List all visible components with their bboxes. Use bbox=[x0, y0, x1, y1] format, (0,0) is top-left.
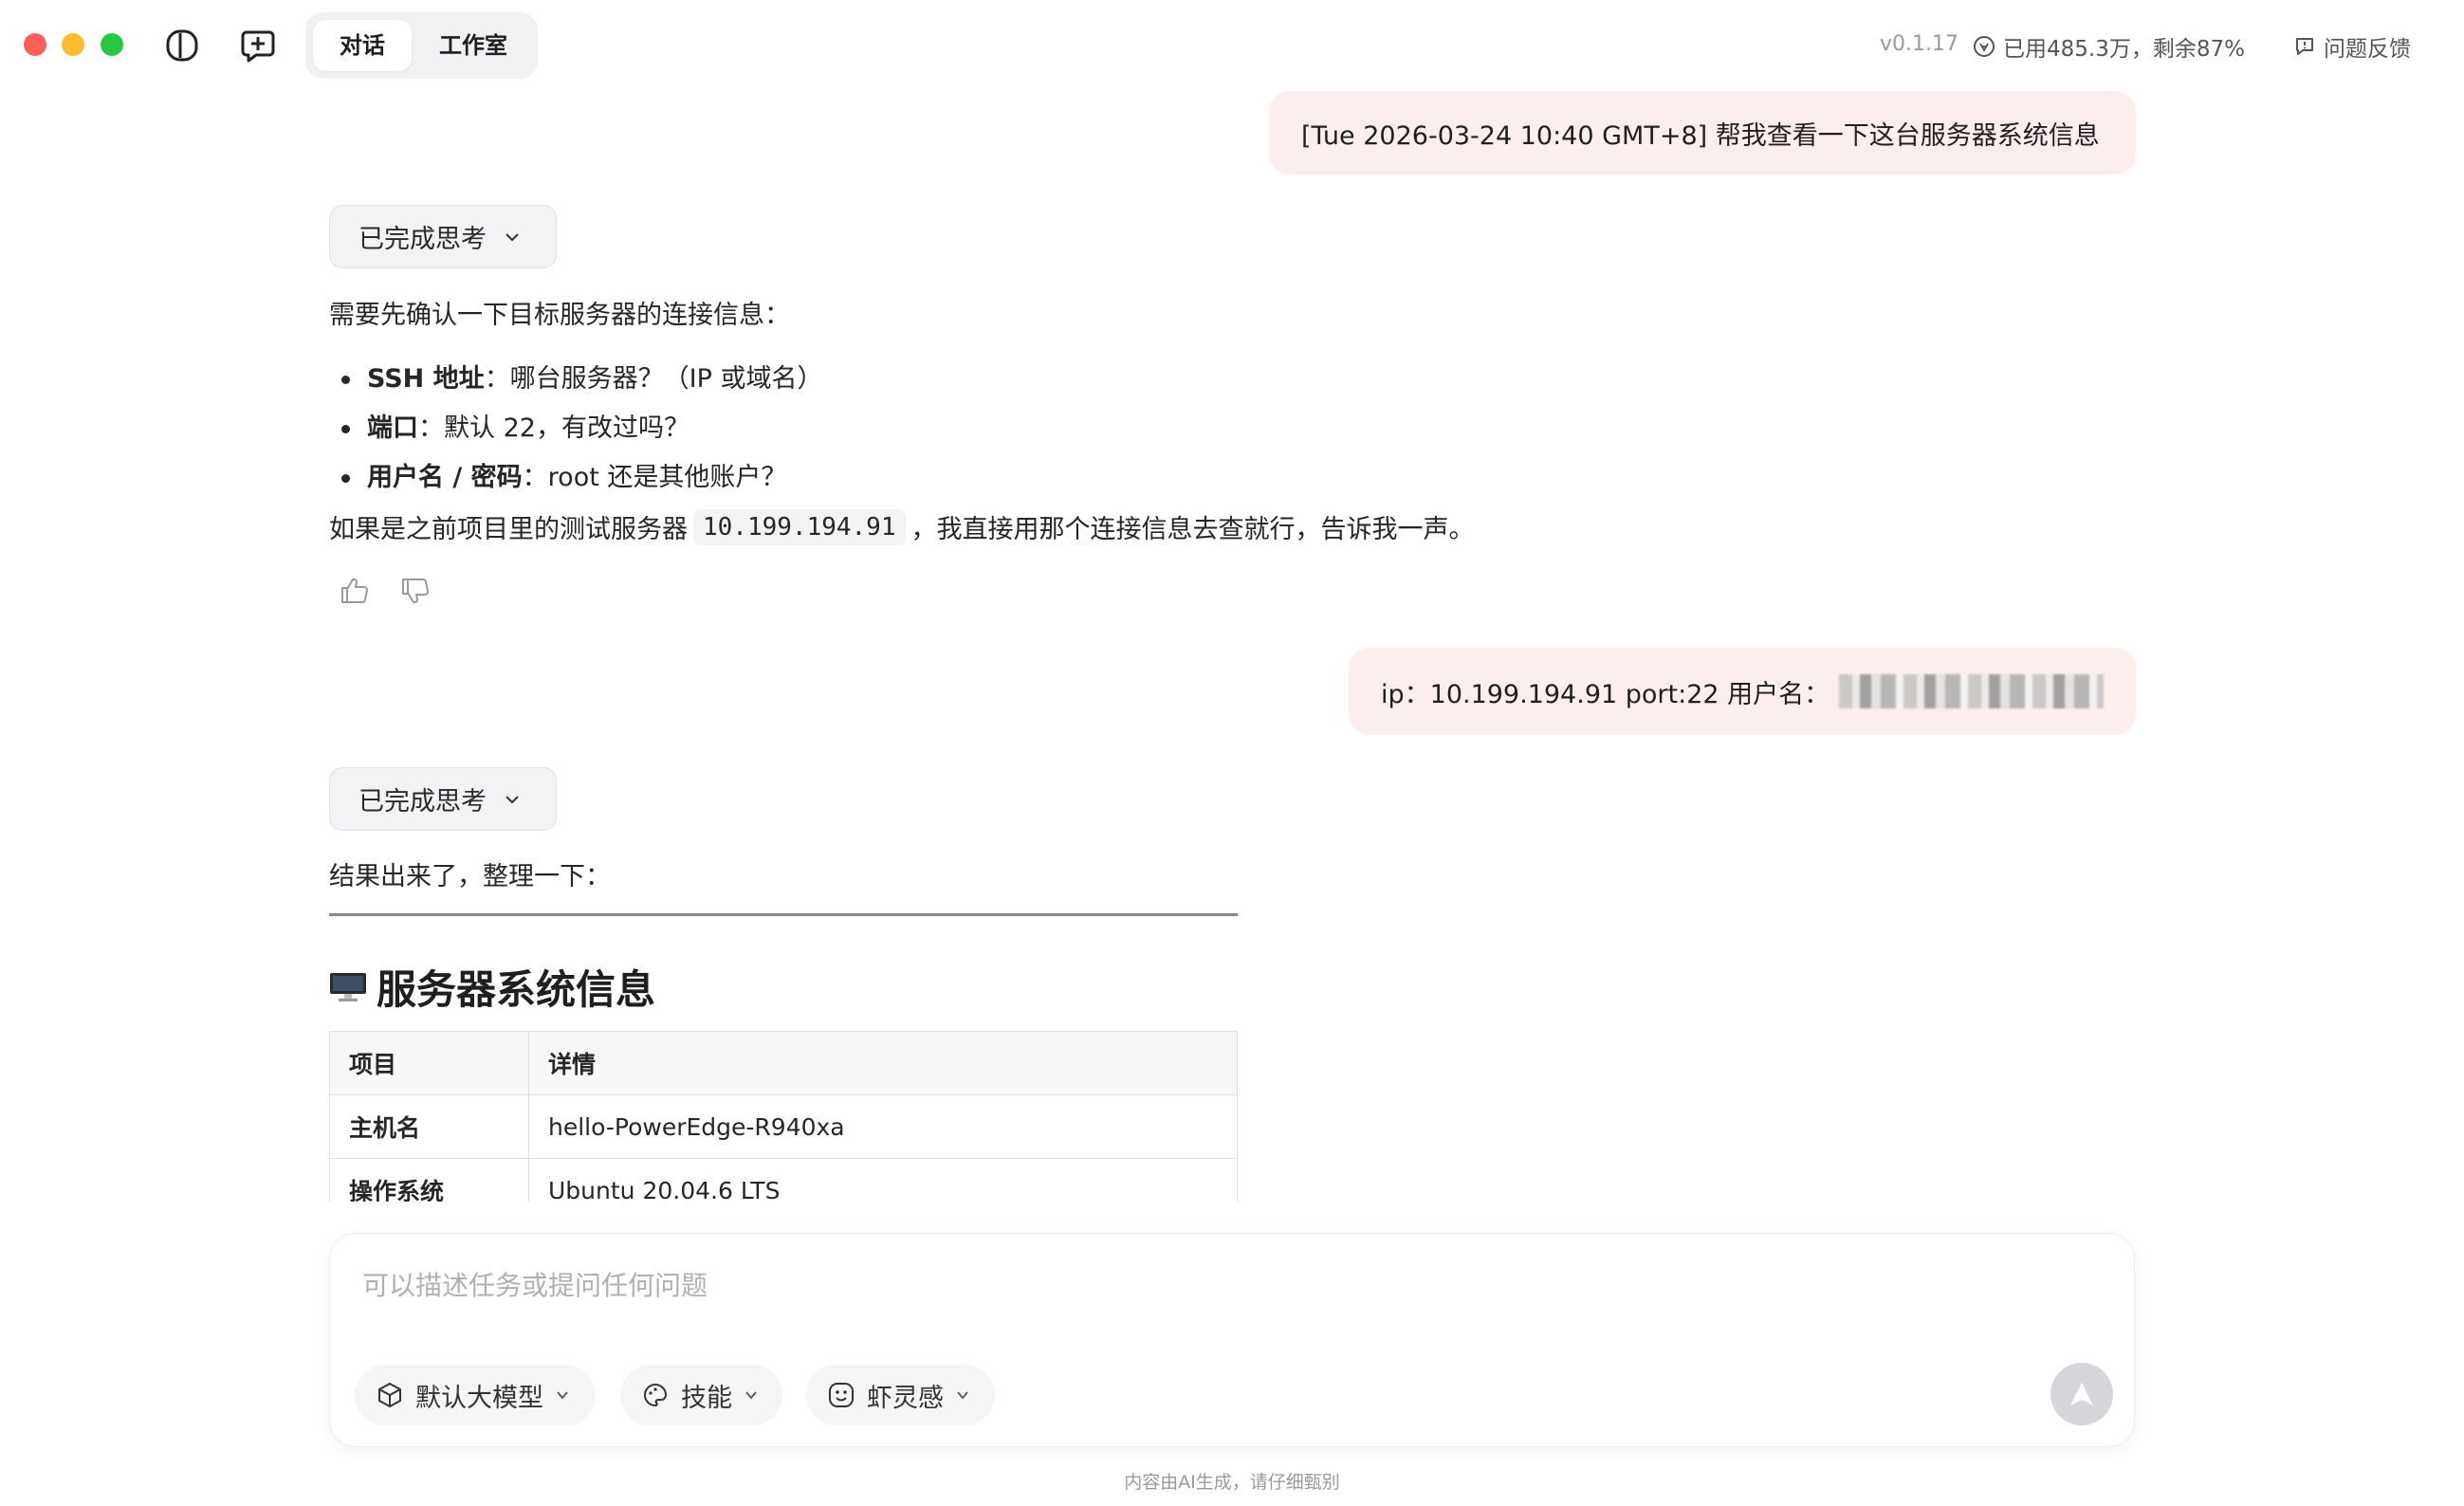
divider bbox=[329, 913, 1238, 916]
ai-disclaimer: 内容由AI生成，请仔细甄别 bbox=[1124, 1472, 1340, 1493]
bullet-icon bbox=[341, 375, 350, 384]
new-chat-icon[interactable] bbox=[239, 27, 277, 64]
bullet-icon bbox=[341, 473, 350, 483]
table-cell-value: hello-PowerEdge-R940xa bbox=[528, 1094, 1238, 1159]
send-arrow-icon bbox=[2068, 1380, 2096, 1408]
chevron-down-icon bbox=[955, 1387, 970, 1403]
user-message-text: [Tue 2026-03-24 10:40 GMT+8] 帮我查看一下这台服务器… bbox=[1301, 120, 2100, 151]
smile-icon bbox=[827, 1381, 855, 1409]
thinking-label: 已完成思考 bbox=[359, 787, 487, 817]
usage-indicator[interactable]: 已用485.3万，剩余87% bbox=[1973, 30, 2245, 63]
bullet-icon bbox=[341, 424, 350, 433]
minimize-window-button[interactable] bbox=[62, 33, 84, 56]
inspiration-selector-label: 虾灵感 bbox=[867, 1383, 944, 1413]
message-input[interactable] bbox=[362, 1270, 2069, 1301]
system-info-table: 项目 详情 主机名 hello-PowerEdge-R940xa 操作系统 Ub… bbox=[329, 1031, 1238, 1202]
cube-icon bbox=[376, 1381, 404, 1409]
feedback-icon bbox=[2293, 35, 2316, 58]
tab-chat[interactable]: 对话 bbox=[313, 20, 412, 71]
thumbs-down-icon[interactable] bbox=[399, 575, 432, 607]
desktop-computer-icon bbox=[329, 971, 367, 1003]
palette-icon bbox=[641, 1381, 670, 1409]
chevron-down-icon bbox=[504, 791, 521, 808]
table-header-cell: 项目 bbox=[329, 1031, 529, 1095]
title-bar: 对话 工作室 v0.1.17 已用485.3万，剩余87% 问题反馈 bbox=[0, 0, 2464, 91]
thumbs-up-icon[interactable] bbox=[339, 575, 371, 607]
send-button[interactable] bbox=[2050, 1363, 2113, 1425]
assistant-text: 结果出来了，整理一下： bbox=[329, 862, 611, 891]
usage-text: 已用485.3万，剩余87% bbox=[2003, 37, 2245, 62]
table-cell-key: 主机名 bbox=[329, 1094, 529, 1159]
feedback-button[interactable]: 问题反馈 bbox=[2293, 30, 2411, 63]
table-cell-value: Ubuntu 20.04.6 LTS bbox=[528, 1158, 1238, 1202]
model-selector-label: 默认大模型 bbox=[415, 1383, 543, 1413]
thinking-toggle[interactable]: 已完成思考 bbox=[329, 205, 557, 268]
redacted-username bbox=[1839, 674, 2104, 708]
tab-studio[interactable]: 工作室 bbox=[417, 20, 529, 71]
chevron-down-icon bbox=[504, 229, 521, 246]
thinking-toggle[interactable]: 已完成思考 bbox=[329, 767, 557, 831]
skills-selector[interactable]: 技能 bbox=[620, 1365, 782, 1425]
table-row: 主机名 hello-PowerEdge-R940xa bbox=[329, 1094, 1238, 1159]
zoom-window-button[interactable] bbox=[101, 33, 123, 56]
chevron-down-icon bbox=[555, 1387, 570, 1403]
list-item: 用户名 / 密码 ：root 还是其他账户？ bbox=[341, 453, 823, 503]
list-item: 端口 ：默认 22，有改过吗？ bbox=[341, 404, 823, 453]
feedback-label: 问题反馈 bbox=[2324, 37, 2411, 62]
message-composer: 默认大模型 技能 虾灵感 bbox=[329, 1233, 2135, 1447]
table-header-cell: 详情 bbox=[528, 1031, 1238, 1095]
table-cell-key: 操作系统 bbox=[329, 1158, 529, 1202]
assistant-text: 需要先确认一下目标服务器的连接信息： bbox=[329, 301, 790, 330]
user-message: [Tue 2026-03-24 10:40 GMT+8] 帮我查看一下这台服务器… bbox=[1269, 91, 2136, 174]
table-row: 操作系统 Ubuntu 20.04.6 LTS bbox=[329, 1158, 1238, 1202]
section-heading: 服务器系统信息 bbox=[329, 958, 655, 1016]
assistant-bullet-list: SSH 地址 ：哪台服务器？（IP 或域名） 端口 ：默认 22，有改过吗？ 用户名… bbox=[341, 355, 823, 503]
inspiration-selector[interactable]: 虾灵感 bbox=[806, 1365, 995, 1425]
sidebar-toggle-icon[interactable] bbox=[163, 27, 201, 64]
message-feedback bbox=[339, 575, 432, 607]
user-message-text: ip：10.199.194.91 port:22 用户名： bbox=[1381, 679, 1830, 709]
section-heading-text: 服务器系统信息 bbox=[377, 966, 656, 1013]
version-label: v0.1.17 bbox=[1880, 32, 1958, 56]
assistant-text: 如果是之前项目里的测试服务器 10.199.194.91 ，我直接用那个连接信息… bbox=[329, 508, 1475, 545]
skills-selector-label: 技能 bbox=[681, 1383, 732, 1413]
mode-tabs: 对话 工作室 bbox=[305, 12, 538, 79]
close-window-button[interactable] bbox=[24, 33, 46, 56]
usage-icon bbox=[1973, 35, 1995, 58]
user-message: ip：10.199.194.91 port:22 用户名： bbox=[1349, 648, 2136, 735]
chevron-down-icon bbox=[744, 1387, 759, 1403]
model-selector[interactable]: 默认大模型 bbox=[355, 1365, 596, 1425]
thinking-label: 已完成思考 bbox=[359, 225, 487, 254]
list-item: SSH 地址 ：哪台服务器？（IP 或域名） bbox=[341, 355, 823, 404]
inline-code: 10.199.194.91 bbox=[693, 508, 906, 545]
table-header-row: 项目 详情 bbox=[329, 1031, 1238, 1095]
